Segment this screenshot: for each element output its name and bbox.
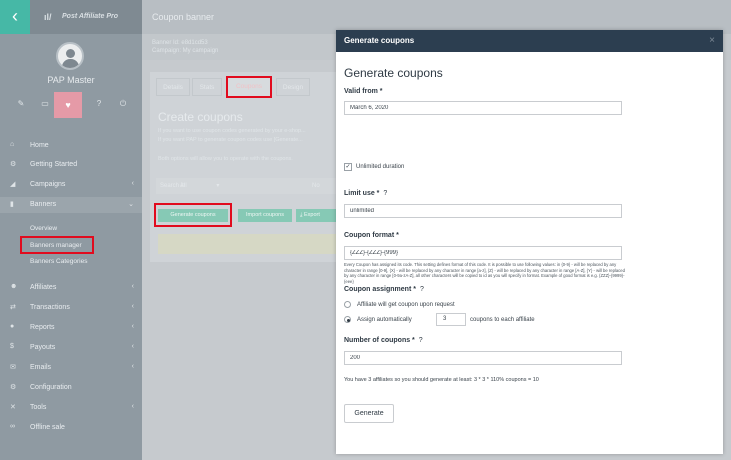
user-name: PAP Master [47, 75, 95, 85]
sidebar-subitem-overview[interactable]: Overview [30, 225, 57, 232]
reports-icon: ● [10, 323, 15, 330]
coupon-format-help: Every Coupon has assigned its code. This… [344, 262, 625, 284]
sidebar-subitem-banners-categories[interactable]: Banners Categories [30, 258, 87, 265]
chevron-left-icon: ‹ [131, 283, 134, 290]
radio-affiliate-request[interactable] [344, 301, 351, 308]
tab-stats[interactable]: Stats [192, 78, 222, 96]
sidebar-item-tools[interactable]: ✕ Tools ‹ [0, 400, 142, 416]
highlight-box-banners-manager [20, 236, 94, 254]
help-icon[interactable]: ? [92, 99, 106, 108]
chevron-left-icon: ‹ [131, 303, 134, 310]
coupons-per-affiliate-field[interactable]: 3 [436, 313, 466, 326]
tools-icon: ✕ [10, 404, 16, 411]
help-icon[interactable]: ? [383, 190, 387, 197]
sidebar-item-configuration[interactable]: ⚙ Configuration [0, 380, 142, 396]
campaign-link[interactable]: Campaign: My campaign [152, 48, 218, 54]
gear-icon: ⚙ [10, 161, 17, 168]
dialog-title: Generate coupons [344, 66, 443, 80]
chevron-down-icon: ⌄ [128, 201, 134, 208]
export-button[interactable]: ⤓ Export [296, 209, 336, 222]
dialog-header: Generate coupons × [336, 30, 723, 52]
sidebar-item-offline-sale[interactable]: ∞ Offline sale [0, 420, 142, 436]
monitor-icon[interactable]: ▭ [38, 99, 52, 108]
sidebar-item-home[interactable]: ⌂ Home [0, 138, 142, 154]
tab-design[interactable]: Design [276, 78, 310, 96]
limit-use-field[interactable] [344, 204, 622, 218]
sidebar-item-reports[interactable]: ● Reports ‹ [0, 320, 142, 336]
generate-coupons-dialog: Generate coupons × Generate coupons Vali… [336, 30, 723, 454]
banner-id: Banner Id: e8d1cd53 [152, 40, 208, 46]
gear-icon: ⚙ [10, 384, 17, 391]
coupon-assignment-label: Coupon assignment *? [344, 286, 424, 293]
radio-assign-automatically-label: Assign automatically [357, 317, 412, 323]
brand-name: Post Affiliate Pro [62, 13, 119, 20]
tab-coupons[interactable]: Coupons [226, 76, 272, 98]
main-header: Coupon banner [142, 0, 731, 34]
sidebar-item-transactions[interactable]: ⇄ Transactions ‹ [0, 300, 142, 316]
description-line: If you want PAP to generate coupon codes… [158, 137, 303, 143]
page-title: Coupon banner [152, 12, 215, 22]
coupons-per-affiliate-suffix: coupons to each affiliate [470, 317, 535, 323]
pencil-icon[interactable]: ✎ [14, 99, 28, 108]
tab-details[interactable]: Details [156, 78, 190, 96]
quick-actions: ✎ ▭ ♥ ? ⏻ [0, 92, 142, 120]
sidebar-item-affiliates[interactable]: ☻ Affiliates ‹ [0, 280, 142, 296]
description-line: If you want to use coupon codes generate… [158, 128, 306, 134]
valid-from-field[interactable] [344, 101, 622, 115]
import-coupons-button[interactable]: Import coupons [238, 209, 292, 222]
banner-icon: ▮ [10, 201, 14, 208]
section-title: Create coupons [158, 110, 243, 124]
unlimited-duration-label: Unlimited duration [356, 164, 405, 170]
search-scope-select[interactable]: All ▾ [176, 181, 232, 192]
chevron-left-icon: ‹ [131, 363, 134, 370]
avatar[interactable] [56, 42, 84, 70]
chevron-left-icon: ‹ [131, 180, 134, 187]
megaphone-icon: ◢ [10, 181, 16, 188]
sidebar: ‹ ıl/ Post Affiliate Pro PAP Master ✎ ▭ … [0, 0, 142, 460]
notice-row [158, 234, 336, 254]
email-icon: ✉ [10, 364, 16, 371]
sidebar-item-getting-started[interactable]: ⚙ Getting Started [0, 157, 142, 173]
chevron-left-icon: ‹ [131, 323, 134, 330]
radio-affiliate-request-label: Affiliate will get coupon upon request [357, 302, 455, 308]
help-icon[interactable]: ? [420, 286, 424, 293]
home-icon: ⌂ [10, 141, 15, 148]
sidebar-item-campaigns[interactable]: ◢ Campaigns ‹ [0, 177, 142, 193]
highlight-box-generate-coupons [154, 203, 232, 227]
dollar-icon: $ [10, 343, 14, 350]
number-of-coupons-field[interactable] [344, 351, 622, 365]
valid-from-label: Valid from * [344, 88, 383, 95]
affiliates-icon: ☻ [10, 283, 18, 290]
radio-assign-automatically[interactable] [344, 316, 351, 323]
close-icon[interactable]: × [709, 35, 715, 46]
dialog-header-title: Generate coupons [344, 36, 415, 45]
generate-button[interactable]: Generate [344, 404, 394, 423]
chevron-left-icon: ‹ [131, 343, 134, 350]
sidebar-item-banners[interactable]: ▮ Banners ⌄ [0, 197, 142, 213]
generation-info: You have 3 affiliates so you should gene… [344, 377, 539, 383]
chevron-down-icon: ▾ [216, 183, 220, 189]
transactions-icon: ⇄ [10, 304, 16, 311]
unlimited-duration-checkbox[interactable]: ✓ [344, 163, 352, 171]
back-button[interactable]: ‹ [0, 0, 30, 34]
description-line: Both options will allow you to operate w… [158, 156, 293, 162]
number-of-coupons-label: Number of coupons *? [344, 337, 423, 344]
sidebar-item-payouts[interactable]: $ Payouts ‹ [0, 340, 142, 356]
limit-use-label: Limit use *? [344, 190, 388, 197]
power-icon[interactable]: ⏻ [116, 99, 130, 109]
sidebar-item-emails[interactable]: ✉ Emails ‹ [0, 360, 142, 376]
search-filter-no[interactable]: No [312, 183, 320, 189]
help-icon[interactable]: ? [419, 337, 423, 344]
chevron-left-icon: ‹ [12, 6, 18, 26]
chevron-left-icon: ‹ [131, 403, 134, 410]
coupon-format-label: Coupon format * [344, 232, 399, 239]
coupon-format-field[interactable] [344, 246, 622, 260]
brand-logo-icon: ıl/ [44, 12, 52, 22]
heart-icon[interactable]: ♥ [54, 92, 82, 118]
offline-sale-icon: ∞ [10, 423, 15, 430]
